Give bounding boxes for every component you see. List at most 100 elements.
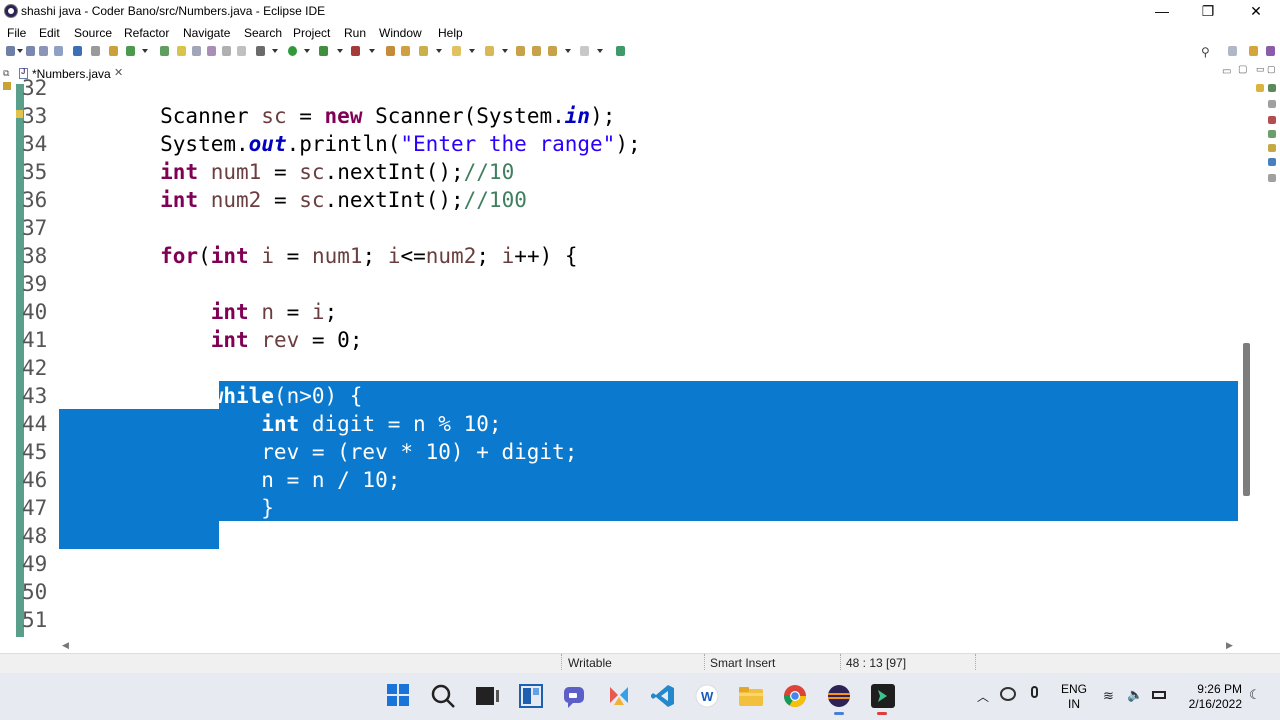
windows-start-icon[interactable] (386, 683, 412, 709)
data-source-trim-icon[interactable] (1268, 158, 1276, 166)
menu-project[interactable]: Project (293, 26, 330, 40)
code-line[interactable]: rev = (rev * 10) + digit; (59, 438, 577, 466)
line-number[interactable]: 37 (22, 214, 52, 242)
line-number[interactable]: 40 (22, 298, 52, 326)
line-number[interactable]: 46 (22, 466, 52, 494)
search-toolbar-icon[interactable] (401, 46, 410, 56)
language-indicator-bottom[interactable]: IN (1058, 697, 1090, 711)
console-trim-icon[interactable] (1268, 116, 1276, 124)
next-annotation-icon[interactable] (452, 46, 461, 56)
chat-icon[interactable] (562, 683, 588, 709)
forward-icon[interactable] (580, 46, 589, 56)
close-window-button[interactable]: ✕ (1233, 0, 1279, 23)
forward-dropdown-icon[interactable] (597, 49, 603, 53)
snippets-trim-icon[interactable] (1268, 174, 1276, 182)
code-line[interactable]: while(n>0) { (59, 382, 363, 410)
menu-run[interactable]: Run (344, 26, 366, 40)
back-dropdown-icon[interactable] (565, 49, 571, 53)
task-view-icon[interactable] (474, 683, 500, 709)
status-cursor-position[interactable]: 48 : 13 [97] (846, 656, 906, 670)
eclipse-icon[interactable] (826, 683, 852, 709)
terminal-icon[interactable] (870, 683, 896, 709)
word-wrap-icon[interactable] (207, 46, 216, 56)
scroll-right-icon[interactable]: ▶ (1226, 640, 1233, 651)
java-ee-perspective-icon[interactable] (1249, 46, 1258, 56)
sync-icon[interactable] (1000, 687, 1016, 701)
clock-time[interactable]: 9:26 PM (1178, 682, 1242, 696)
save-icon[interactable] (26, 46, 35, 56)
pin-editor-icon[interactable] (616, 46, 625, 56)
volume-icon[interactable]: 🔈 (1127, 687, 1143, 703)
menu-navigate[interactable]: Navigate (183, 26, 230, 40)
menu-window[interactable]: Window (379, 26, 422, 40)
run-icon[interactable] (288, 46, 297, 56)
outline-trim-icon[interactable] (1256, 84, 1264, 92)
java-perspective-icon[interactable] (1266, 46, 1275, 56)
debug-dropdown-icon[interactable] (272, 49, 278, 53)
line-number[interactable]: 50 (22, 578, 52, 606)
file-explorer-icon[interactable] (738, 683, 764, 709)
task-list-trim-icon[interactable] (1268, 84, 1276, 92)
coverage-dropdown-icon[interactable] (337, 49, 343, 53)
menu-search[interactable]: Search (244, 26, 282, 40)
new-icon[interactable] (6, 46, 15, 56)
run-dropdown-icon[interactable] (304, 49, 310, 53)
notifications-icon[interactable]: ☾ (1249, 687, 1261, 703)
open-type-icon[interactable] (160, 46, 169, 56)
open-perspective-icon[interactable] (1228, 46, 1237, 56)
line-number[interactable]: 36 (22, 186, 52, 214)
mark-occurrences-icon[interactable] (177, 46, 186, 56)
line-number[interactable]: 42 (22, 354, 52, 382)
back-history-icon[interactable] (548, 46, 557, 56)
toolbar-search-icon[interactable]: ⚲ (1201, 45, 1210, 59)
line-number[interactable]: 43 (22, 382, 52, 410)
line-number[interactable]: 45 (22, 438, 52, 466)
clock-date[interactable]: 2/16/2022 (1178, 697, 1242, 711)
horizontal-scrollbar[interactable] (59, 638, 1238, 652)
minimize-editor-icon[interactable]: ▭ (1222, 66, 1231, 77)
paragraph-icon[interactable] (237, 46, 246, 56)
open-task-icon[interactable] (386, 46, 395, 56)
line-number[interactable]: 49 (22, 550, 52, 578)
code-line[interactable]: Scanner sc = new Scanner(System.in); (59, 102, 615, 130)
menu-file[interactable]: File (7, 26, 26, 40)
terminal-view-icon[interactable] (73, 46, 82, 56)
new-java-class-icon[interactable] (126, 46, 135, 56)
previous-annotation-dropdown-icon[interactable] (502, 49, 508, 53)
code-line[interactable]: int digit = n % 10; (59, 410, 501, 438)
properties-trim-icon[interactable] (1268, 144, 1276, 152)
code-line[interactable]: for(int i = num1; i<=num2; i++) { (59, 242, 577, 270)
external-tools-dropdown-icon[interactable] (369, 49, 375, 53)
new-class-dropdown-icon[interactable] (142, 49, 148, 53)
package-icon[interactable] (109, 46, 118, 56)
servers-trim-icon[interactable] (1268, 130, 1276, 138)
code-line[interactable]: int rev = 0; (59, 326, 363, 354)
external-tools-icon[interactable] (351, 46, 360, 56)
whitespace-icon[interactable] (222, 46, 231, 56)
vscode-icon[interactable] (650, 683, 676, 709)
snip-icon[interactable] (606, 683, 632, 709)
debug-icon[interactable] (256, 46, 265, 56)
word-icon[interactable]: W (694, 683, 720, 709)
tab-close-icon[interactable]: ✕ (114, 66, 123, 79)
menu-help[interactable]: Help (438, 26, 463, 40)
line-number[interactable]: 33 (22, 102, 52, 130)
line-number[interactable]: 32 (22, 74, 52, 102)
line-number[interactable]: 48 (22, 522, 52, 550)
line-number[interactable]: 41 (22, 326, 52, 354)
minimize-button[interactable]: — (1139, 0, 1185, 23)
status-insert-mode[interactable]: Smart Insert (710, 656, 775, 670)
print-icon[interactable] (54, 46, 63, 56)
restore-icon[interactable]: ⧉ (3, 68, 9, 79)
microphone-icon[interactable] (1031, 686, 1038, 698)
line-number[interactable]: 39 (22, 270, 52, 298)
maximize-button[interactable]: ❐ (1185, 0, 1231, 23)
line-number[interactable]: 51 (22, 606, 52, 634)
line-number[interactable]: 47 (22, 494, 52, 522)
code-line[interactable]: System.out.println("Enter the range"); (59, 130, 640, 158)
coverage-icon[interactable] (319, 46, 328, 56)
back-icon[interactable] (532, 46, 541, 56)
line-number[interactable]: 35 (22, 158, 52, 186)
last-edit-icon[interactable] (516, 46, 525, 56)
menu-source[interactable]: Source (74, 26, 112, 40)
